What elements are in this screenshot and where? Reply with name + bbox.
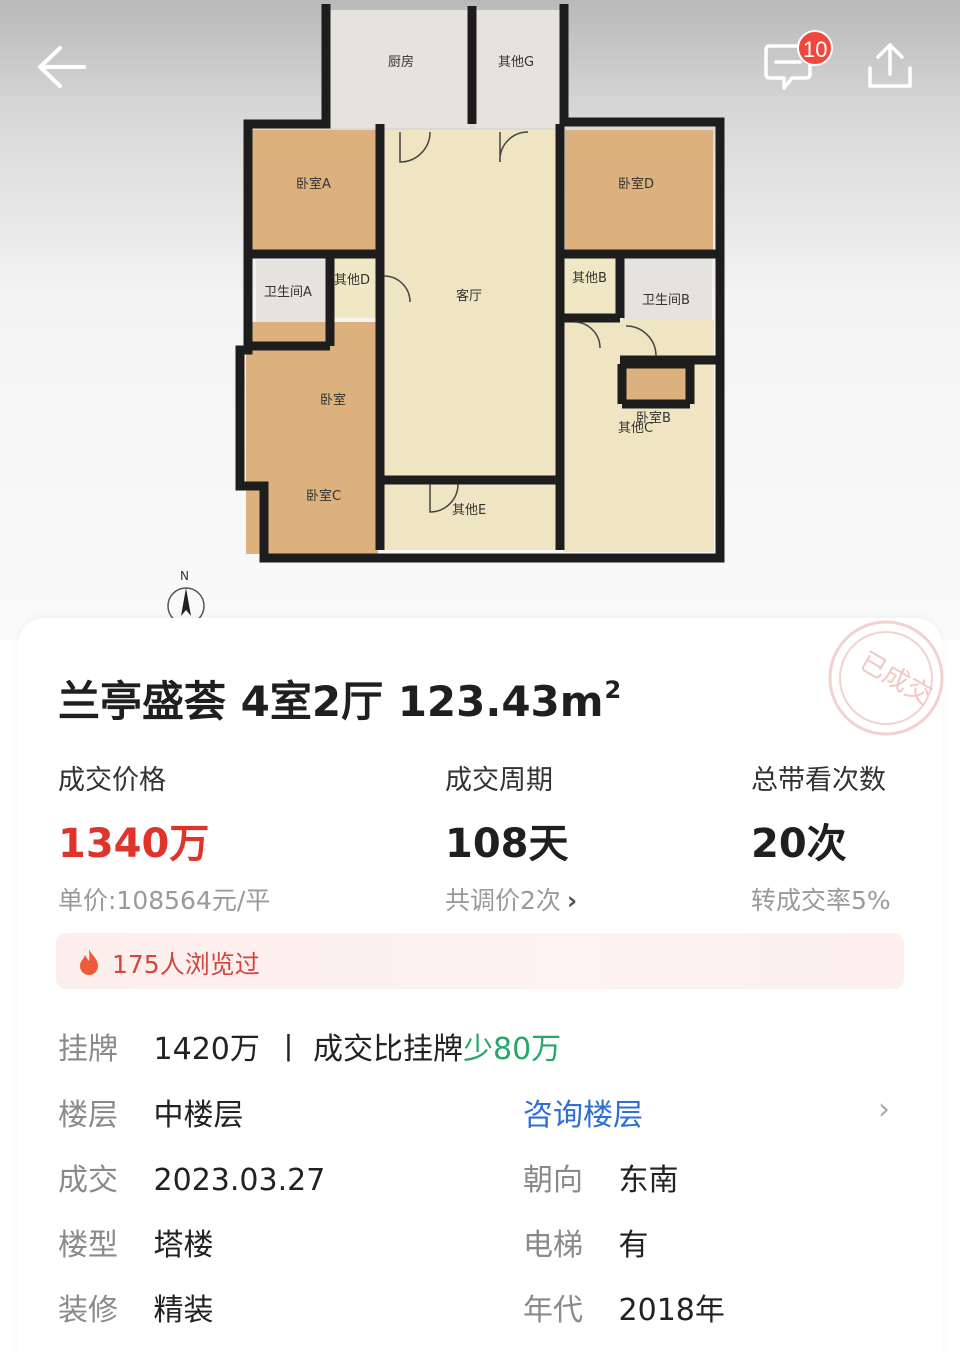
detail-value: 1420万	[153, 1032, 260, 1067]
fire-icon	[80, 949, 98, 975]
detail-row-listing: 挂牌 1420万 丨 成交比挂牌少80万	[58, 1024, 561, 1068]
stat-sub: 转成交率5%	[751, 886, 891, 915]
listing-title-text: 兰亭盛荟 4室2厅 123.43m	[58, 677, 604, 726]
compass-label: N	[180, 569, 189, 583]
stat-value: 20次	[751, 821, 847, 867]
stat-sub: 共调价2次	[445, 886, 561, 915]
listing-title-sup: 2	[604, 676, 622, 704]
view-count-text: 175人浏览过	[112, 950, 260, 979]
detail-value: 中楼层	[153, 1098, 244, 1133]
view-count-banner: 175人浏览过	[56, 933, 904, 989]
room-label-bath-b: 卫生间B	[642, 293, 690, 308]
detail-key: 电梯	[523, 1228, 583, 1263]
room-label-other-d: 其他D	[334, 273, 370, 288]
room-label-bedroom-c: 卧室C	[306, 488, 341, 504]
stat-visit-count: 总带看次数 20次 转成交率5%	[751, 758, 891, 917]
detail-key: 楼型	[58, 1228, 118, 1263]
detail-value: 2018年	[618, 1293, 725, 1328]
detail-row-elevator: 电梯 有	[523, 1220, 649, 1264]
room-label-kitchen: 厨房	[388, 54, 414, 70]
floorplan-hero[interactable]: 厨房 其他G 卧室A 卧室D 卫生间A 其他D 客厅 其他B 卫生间B 卧室 卧…	[0, 0, 960, 640]
detail-value: 2023.03.27	[153, 1163, 326, 1198]
share-button[interactable]	[862, 40, 918, 94]
share-icon	[868, 43, 912, 88]
back-button[interactable]	[34, 44, 88, 90]
stat-sub: 单价:108564元/平	[58, 886, 271, 915]
room-label-bedroom-d: 卧室D	[618, 176, 654, 192]
detail-key: 成交	[58, 1163, 118, 1198]
detail-key: 挂牌	[58, 1032, 118, 1067]
detail-key: 装修	[58, 1293, 118, 1328]
listing-title: 兰亭盛荟 4室2厅 123.43m2	[58, 668, 621, 729]
chevron-right-icon[interactable]: ›	[878, 1092, 890, 1127]
detail-row-building-type: 楼型 塔楼	[58, 1220, 214, 1264]
compare-text: 成交比挂牌	[313, 1032, 463, 1067]
room-label-other-e: 其他E	[452, 503, 486, 518]
room-label-living: 客厅	[456, 288, 482, 304]
detail-row-year: 年代 2018年	[523, 1285, 725, 1329]
stat-label: 总带看次数	[751, 765, 886, 796]
sold-stamp: 已成交	[828, 620, 944, 736]
detail-row-deal-date: 成交 2023.03.27	[58, 1155, 325, 1199]
room-label-bedroom: 卧室	[320, 392, 346, 408]
detail-key: 朝向	[523, 1163, 583, 1198]
stat-label: 成交价格	[58, 765, 166, 796]
stat-value: 108天	[445, 821, 569, 867]
consult-floor-link[interactable]: 咨询楼层	[523, 1090, 643, 1134]
detail-value: 东南	[618, 1163, 679, 1198]
detail-key: 楼层	[58, 1098, 118, 1133]
room-label-bedroom-a: 卧室A	[296, 176, 331, 192]
detail-row-decoration: 装修 精装	[58, 1285, 214, 1329]
stat-value: 1340万	[58, 821, 210, 867]
stat-deal-cycle[interactable]: 成交周期 108天 共调价2次 ›	[445, 758, 577, 917]
detail-value: 有	[618, 1228, 649, 1263]
detail-value: 精装	[153, 1293, 214, 1328]
detail-value: 塔楼	[153, 1228, 214, 1263]
detail-separator: 丨	[273, 1032, 304, 1067]
chevron-right-icon: ›	[566, 886, 578, 915]
price-adjust-link[interactable]: 共调价2次 ›	[445, 881, 577, 917]
stat-label: 成交周期	[445, 765, 553, 796]
stamp-text: 已成交	[855, 647, 938, 712]
room-label-other-b: 其他B	[572, 271, 607, 286]
stat-deal-price: 成交价格 1340万 单价:108564元/平	[58, 758, 270, 917]
detail-row-floor: 楼层 中楼层	[58, 1090, 244, 1134]
compare-diff: 少80万	[463, 1032, 562, 1067]
floorplan-image: 厨房 其他G 卧室A 卧室D 卫生间A 其他D 客厅 其他B 卫生间B 卧室 卧…	[235, 4, 725, 563]
detail-row-orientation: 朝向 东南	[523, 1155, 679, 1199]
room-label-other-g: 其他G	[498, 55, 534, 70]
room-label-other-c: 其他C	[618, 421, 653, 436]
back-arrow-icon	[38, 46, 86, 88]
room-label-bath-a: 卫生间A	[264, 285, 312, 300]
detail-key: 年代	[523, 1293, 583, 1328]
